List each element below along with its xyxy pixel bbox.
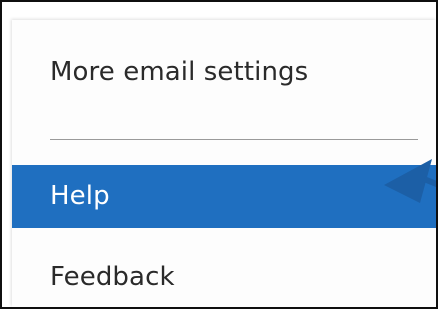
menu-item-feedback[interactable]: Feedback <box>12 256 436 298</box>
settings-menu: More email settings Help Feedback <box>12 20 436 307</box>
menu-divider <box>50 139 418 140</box>
arrow-pointer-icon <box>384 159 436 203</box>
screenshot-frame: More email settings Help Feedback <box>0 0 438 309</box>
menu-item-more-email-settings[interactable]: More email settings <box>12 52 436 92</box>
menu-item-help[interactable]: Help <box>12 165 436 228</box>
